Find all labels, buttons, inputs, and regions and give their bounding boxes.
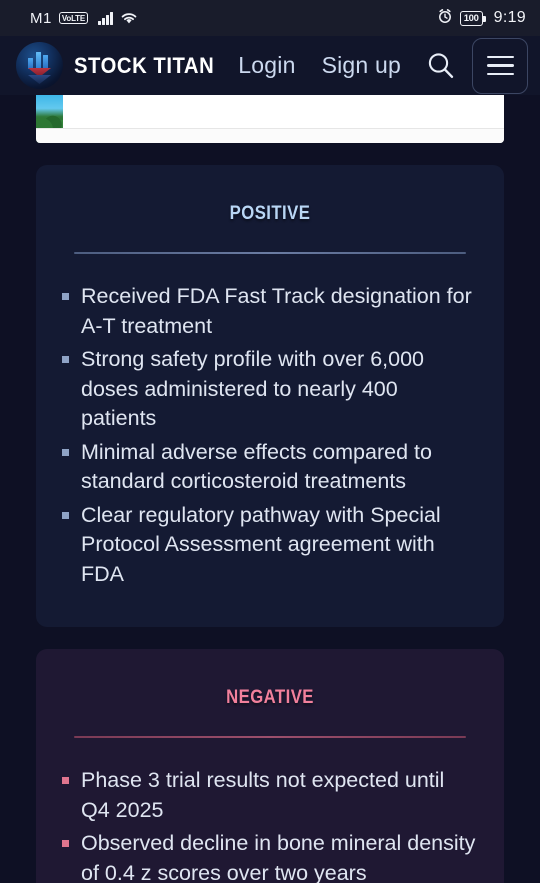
positive-bullet-list: Received FDA Fast Track designation for … [62,282,478,589]
menu-line-1 [486,55,514,59]
bullet-text: Strong safety profile with over 6,000 do… [81,347,424,430]
negative-bullet-list: Phase 3 trial results not expected until… [62,766,478,883]
header-nav: Login Sign up [238,52,401,79]
carrier-label: M1 [30,9,52,27]
list-item: Observed decline in bone mineral density… [62,829,478,883]
hamburger-menu-icon[interactable] [472,37,528,94]
status-bar: M1 VoLTE 100 9:19 [0,0,540,36]
volte-badge: VoLTE [58,12,88,24]
bullet-square-icon [62,840,69,847]
signal-bars-icon [98,11,113,25]
page-content: Positive Received FDA Fast Track designa… [0,95,540,883]
status-bar-right: 100 9:19 [437,8,526,28]
status-bar-left: M1 VoLTE [30,10,138,27]
wifi-icon [120,11,138,25]
menu-line-2 [486,64,514,67]
logo-chevron-blue [28,75,51,84]
list-item: Strong safety profile with over 6,000 do… [62,345,478,434]
stock-titan-logo-icon[interactable] [16,42,63,89]
negative-sentiment-card: Negative Phase 3 trial results not expec… [36,649,504,883]
article-card[interactable] [36,95,504,143]
bullet-text: Clear regulatory pathway with Special Pr… [81,502,441,586]
article-card-footer [36,128,504,143]
bullet-square-icon [62,448,69,456]
bullet-square-icon [62,511,69,519]
positive-card-title: Positive [229,195,311,225]
bullet-text: Phase 3 trial results not expected until… [81,768,445,822]
list-item: Clear regulatory pathway with Special Pr… [62,501,478,590]
list-item: Minimal adverse effects compared to stan… [62,438,478,497]
menu-line-3 [486,72,514,76]
positive-card-divider [74,252,466,254]
clock-time: 9:19 [493,9,526,26]
bullet-text: Received FDA Fast Track designation for … [81,284,472,338]
signup-link[interactable]: Sign up [322,52,401,79]
bullet-text: Observed decline in bone mineral density… [81,831,476,883]
brand-title[interactable]: STOCK TITAN [74,53,214,79]
list-item: Phase 3 trial results not expected until… [62,766,478,825]
search-icon[interactable] [425,50,456,81]
login-link[interactable]: Login [238,52,295,79]
positive-sentiment-card: Positive Received FDA Fast Track designa… [36,165,504,627]
negative-card-divider [74,736,466,738]
list-item: Received FDA Fast Track designation for … [62,282,478,341]
bullet-text: Minimal adverse effects compared to stan… [81,439,432,494]
bullet-square-icon [62,293,69,300]
logo-bars [28,52,48,69]
app-header: STOCK TITAN Login Sign up [0,36,540,95]
negative-card-title: Negative [226,679,314,709]
alarm-clock-icon [437,8,453,28]
bullet-square-icon [62,356,69,363]
bullet-square-icon [62,777,69,784]
battery-indicator: 100 [459,10,486,26]
